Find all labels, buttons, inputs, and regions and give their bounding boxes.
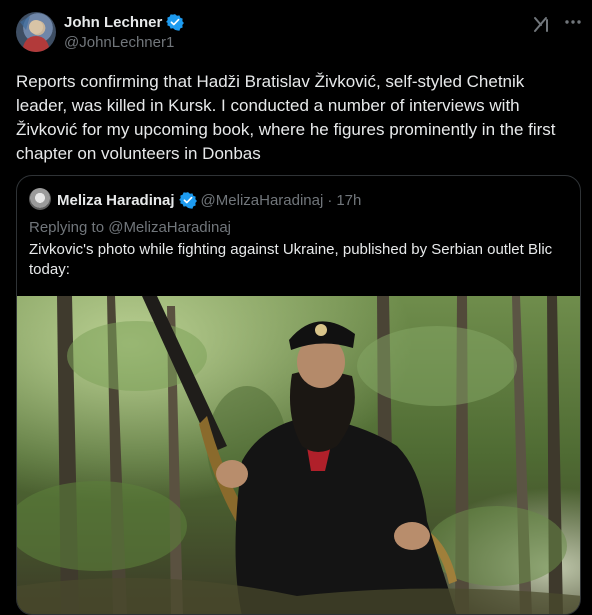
quoted-tweet-header: Meliza Haradinaj @MelizaHaradinaj · 17h (57, 191, 361, 209)
quoted-tweet-photo[interactable] (17, 296, 580, 614)
author-avatar[interactable] (16, 12, 56, 52)
separator-dot: · (327, 191, 333, 209)
author-handle[interactable]: @JohnLechner1 (64, 34, 174, 51)
quoted-author-name[interactable]: Meliza Haradinaj (57, 192, 175, 209)
author-name[interactable]: John Lechner (64, 14, 162, 31)
more-icon[interactable] (562, 11, 584, 33)
quoted-tweet-text: Zivkovic's photo while fighting against … (29, 241, 553, 278)
quoted-timestamp[interactable]: 17h (336, 192, 361, 209)
quoted-tweet-card[interactable]: Meliza Haradinaj @MelizaHaradinaj · 17h … (16, 175, 581, 615)
replying-to-text: Replying to @MelizaHaradinaj (29, 219, 231, 236)
grok-icon[interactable] (531, 13, 553, 35)
author-name-row[interactable]: John Lechner (64, 13, 185, 31)
tweet-text: Reports confirming that Hadži Bratislav … (16, 72, 561, 163)
quoted-verified-badge-icon (178, 191, 197, 209)
verified-badge-icon[interactable] (166, 13, 185, 31)
quoted-author-handle[interactable]: @MelizaHaradinaj (201, 192, 324, 209)
quoted-author-avatar[interactable] (29, 188, 51, 210)
tweet[interactable]: John Lechner @JohnLechner1 Reports confi… (0, 0, 592, 615)
